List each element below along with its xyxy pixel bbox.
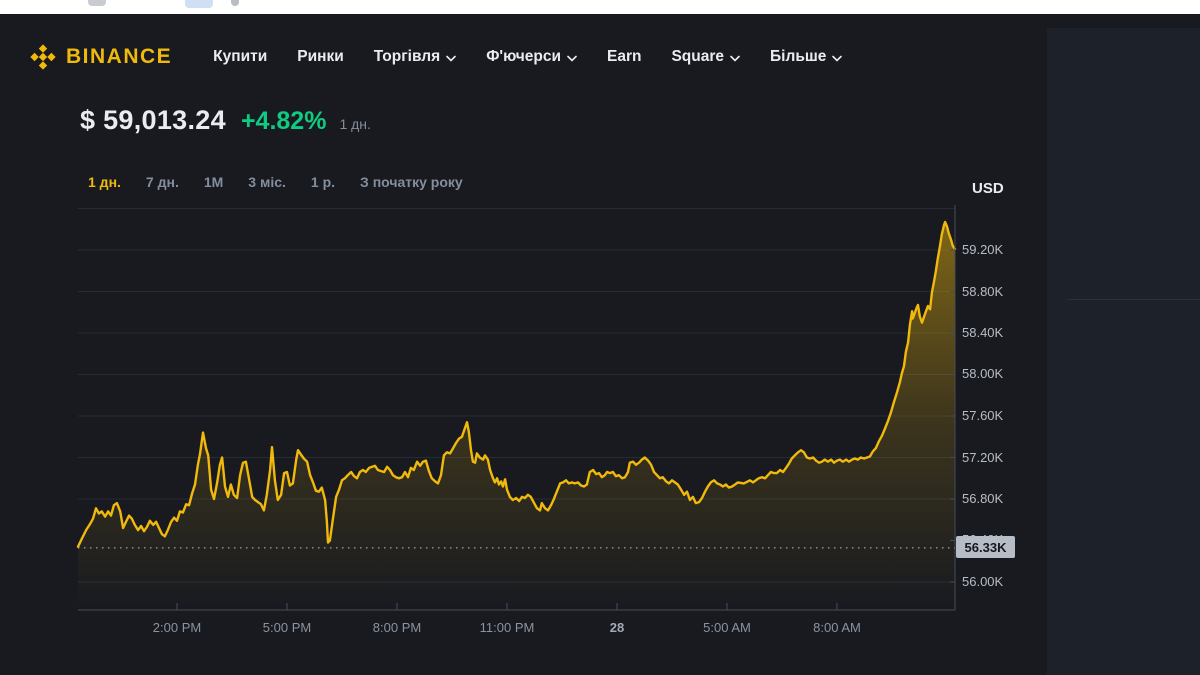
y-axis-label: 57.20K [962, 450, 1024, 465]
y-axis-label: 56.80K [962, 491, 1024, 506]
x-axis-label: 2:00 PM [132, 620, 222, 635]
x-axis-label: 5:00 AM [682, 620, 772, 635]
y-axis-label: 58.00K [962, 366, 1024, 381]
y-axis-label: 56.00K [962, 574, 1024, 589]
y-axis-label: 59.20K [962, 242, 1024, 257]
x-axis-label: 5:00 PM [242, 620, 332, 635]
y-axis-label: 58.40K [962, 325, 1024, 340]
x-axis-date-label: 28 [572, 620, 662, 635]
x-axis-label: 8:00 PM [352, 620, 442, 635]
y-axis-label: 57.60K [962, 408, 1024, 423]
x-axis-label: 11:00 PM [462, 620, 552, 635]
y-axis-label: 58.80K [962, 284, 1024, 299]
open-price-badge: 56.33K [956, 536, 1015, 558]
x-axis-label: 8:00 AM [792, 620, 882, 635]
currency-axis-title: USD [972, 180, 1004, 197]
